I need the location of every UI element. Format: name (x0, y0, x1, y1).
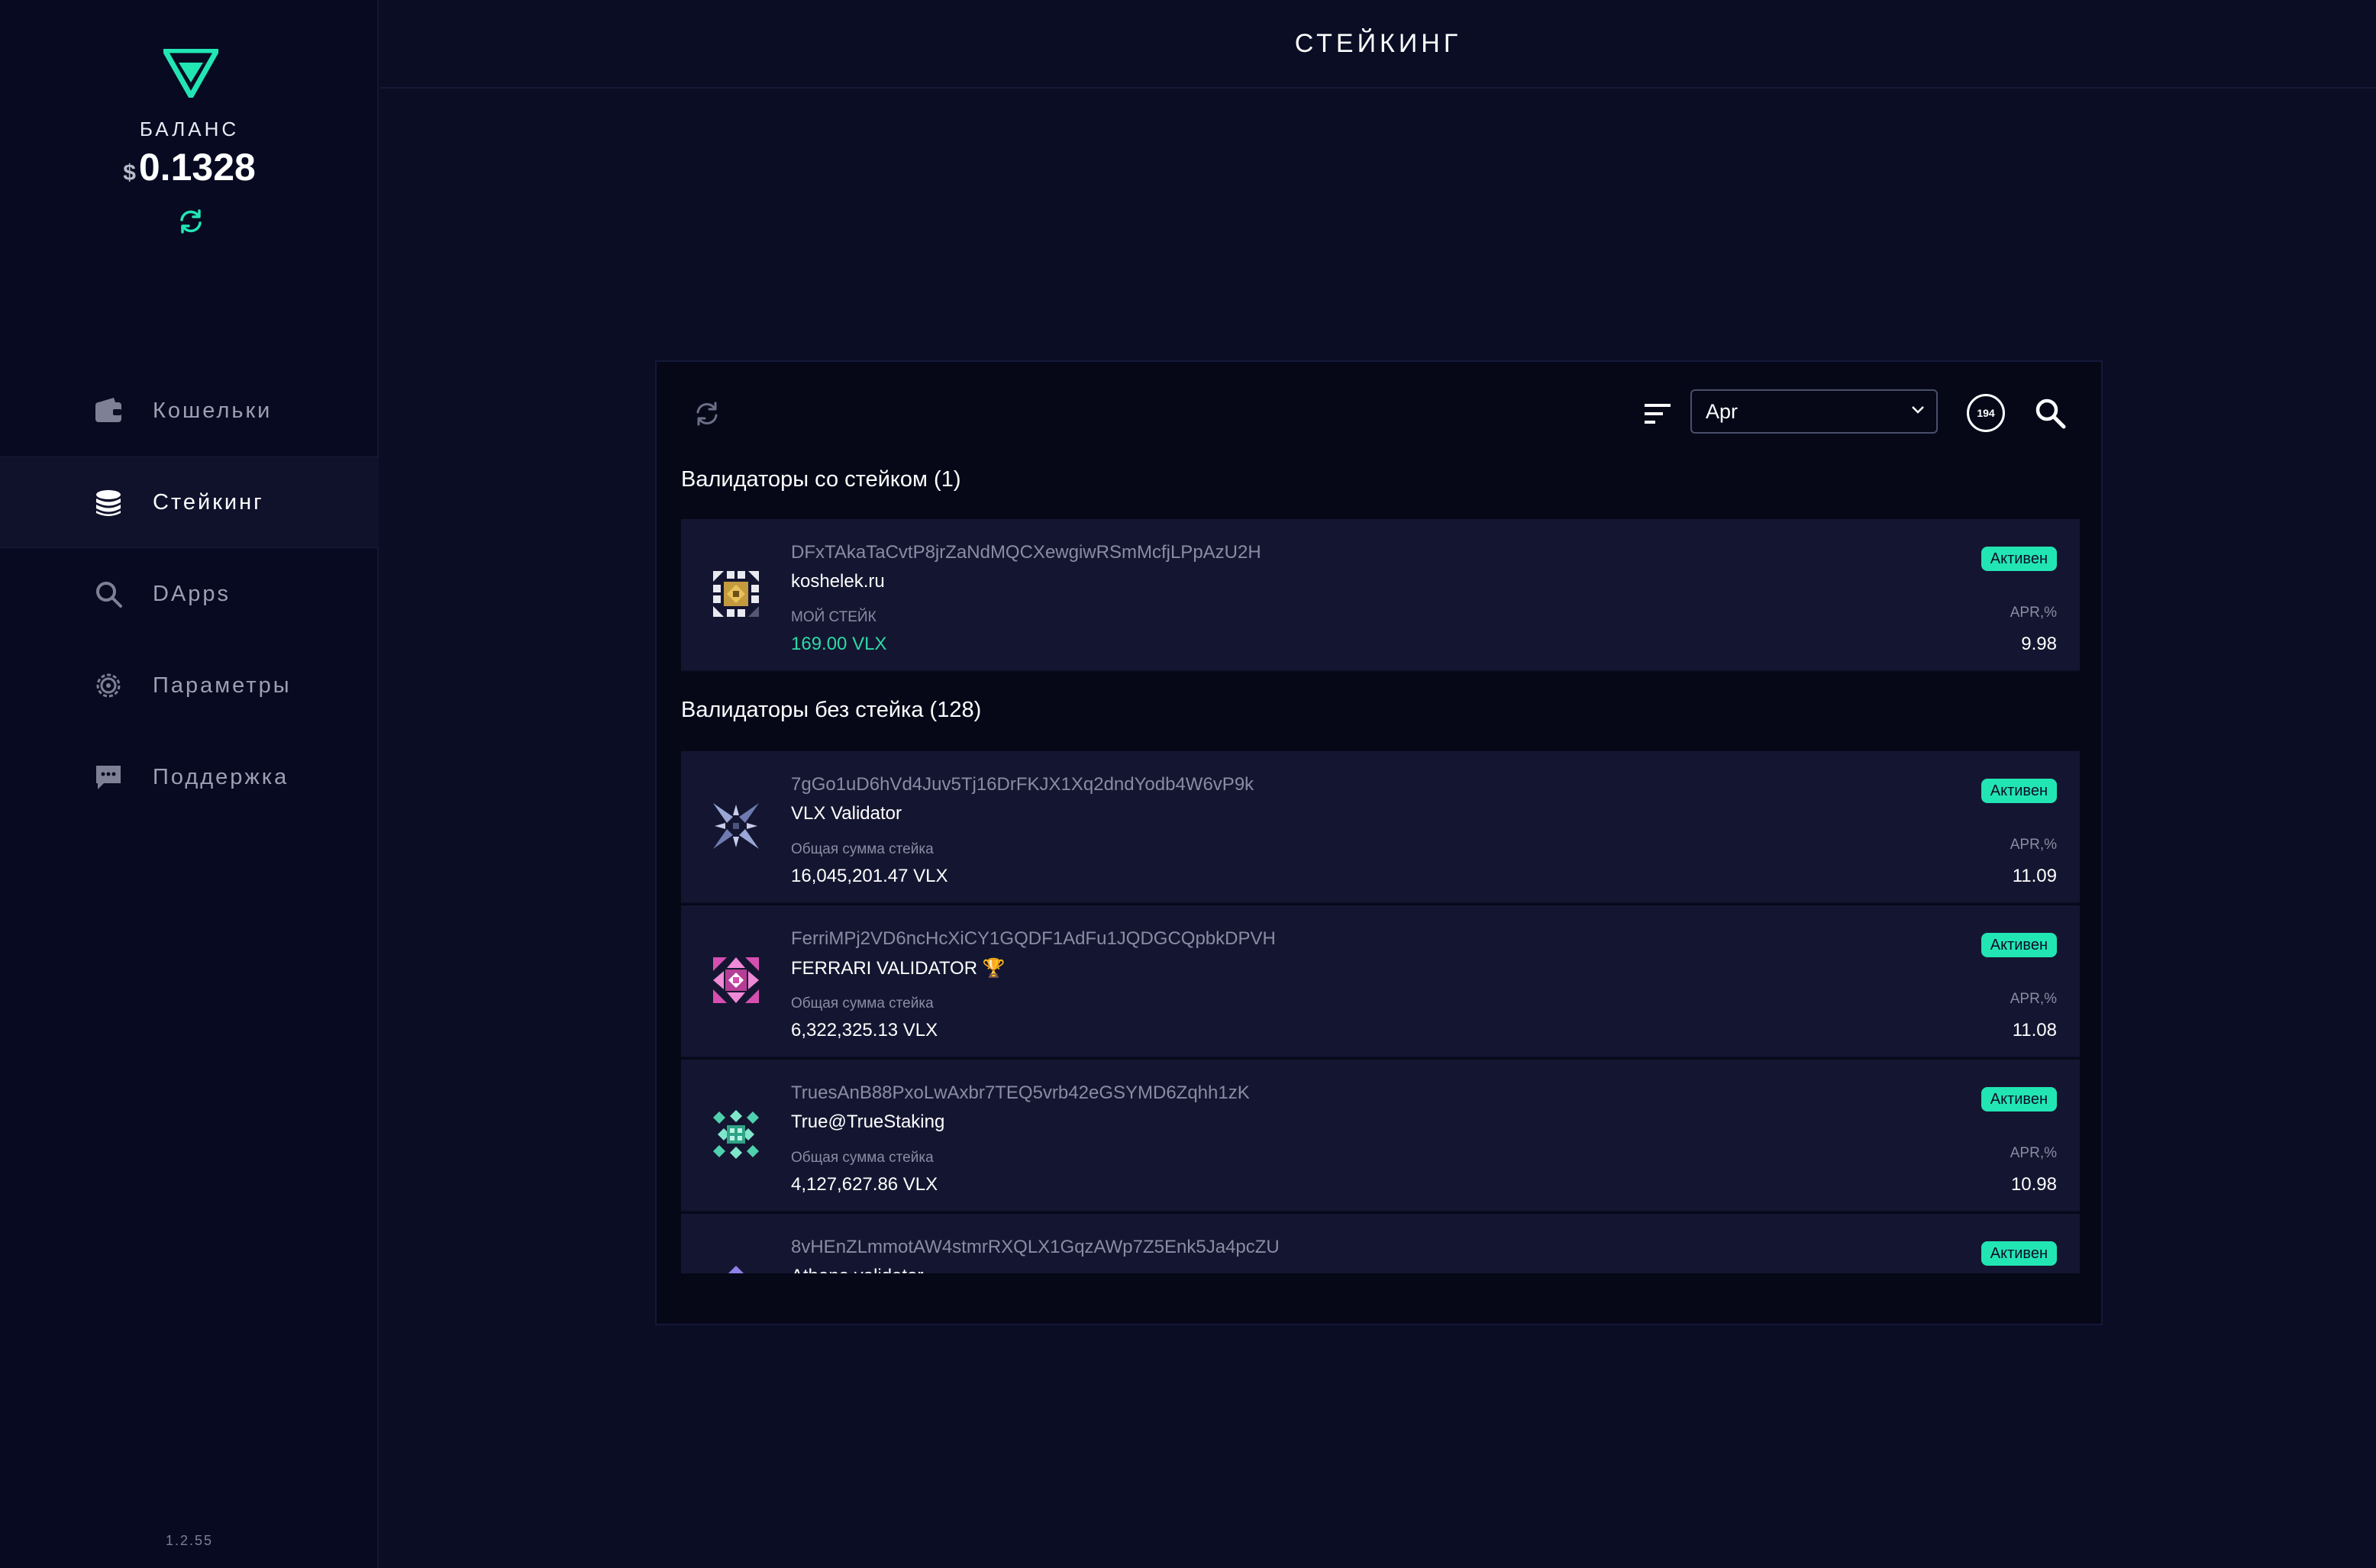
sidebar-nav: Кошельки Стейкинг DApps Параметры Поддер… (0, 365, 379, 823)
stake-value: 4,127,627.86 VLX (791, 1174, 938, 1195)
validator-avatar-icon (728, 1266, 744, 1273)
validator-card[interactable]: 8vHEnZLmmotAW4stmrRXQLX1GqzAWp7Z5Enk5Ja4… (681, 1214, 2080, 1273)
stake-value: 6,322,325.13 VLX (791, 1020, 938, 1040)
validator-avatar-icon (713, 803, 759, 849)
sidebar-item-label: Кошельки (153, 398, 273, 423)
stake-value: 16,045,201.47 VLX (791, 866, 948, 886)
validator-avatar-icon (713, 1110, 759, 1159)
balance-currency: $ (123, 160, 136, 186)
validator-card[interactable]: FerriMPj2VD6ncHcXiCY1GQDF1AdFu1JQDGCQpbk… (681, 905, 2080, 1058)
status-badge: Активен (1981, 1241, 2057, 1266)
validator-address: 8vHEnZLmmotAW4stmrRXQLX1GqzAWp7Z5Enk5Ja4… (791, 1237, 1280, 1257)
apr-label: APR,% (2010, 991, 2057, 1007)
epoch-count-badge[interactable]: 194 (1967, 394, 2005, 432)
sidebar: БАЛАНС $0.1328 Кошельки Стейкинг DApps П… (0, 0, 379, 1568)
app-version: 1.2.55 (165, 1533, 214, 1548)
sidebar-item-wallets[interactable]: Кошельки (0, 365, 379, 457)
stake-label: Общая сумма стейка (791, 995, 934, 1011)
apr-value: 10.98 (2010, 1174, 2057, 1195)
staking-panel: Apr 194 Валидаторы со стейком (1) DFxTAk… (655, 360, 2103, 1325)
sort-icon[interactable] (1643, 402, 1672, 426)
balance-value: $0.1328 (0, 145, 379, 189)
sidebar-item-label: DApps (153, 581, 231, 606)
validator-name: VLX Validator (791, 803, 902, 824)
unstaked-validators-title: Валидаторы без стейка (128) (681, 698, 982, 722)
stake-label: Общая сумма стейка (791, 1150, 934, 1166)
apr-value: 11.09 (2012, 866, 2057, 886)
staked-validators-title: Валидаторы со стейком (1) (681, 467, 961, 492)
balance-amount: 0.1328 (138, 146, 256, 189)
chat-icon (96, 766, 121, 789)
apr-label: APR,% (2010, 1145, 2057, 1161)
validator-avatar-icon (710, 568, 762, 620)
apr-label: APR,% (2010, 605, 2057, 621)
sort-select-value: Apr (1706, 400, 1738, 423)
coins-stack-icon (96, 490, 121, 516)
stake-label: Общая сумма стейка (791, 841, 934, 857)
sidebar-item-label: Параметры (153, 673, 292, 698)
sidebar-item-label: Стейкинг (153, 489, 264, 515)
stake-value: 169.00 VLX (791, 634, 887, 654)
sidebar-item-dapps[interactable]: DApps (0, 548, 379, 640)
validator-name: True@TrueStaking (791, 1111, 945, 1132)
validator-card[interactable]: DFxTAkaTaCvtP8jrZaNdMQCXewgiwRSmMcfjLPpA… (681, 519, 2080, 672)
velas-logo-icon (163, 49, 218, 98)
apr-label: APR,% (2010, 837, 2057, 853)
stake-label: МОЙ СТЕЙК (791, 609, 876, 625)
sort-select[interactable]: Apr (1690, 389, 1938, 434)
status-badge: Активен (1981, 779, 2057, 803)
gear-icon (96, 673, 121, 698)
validators-toolbar: Apr 194 (657, 362, 2101, 453)
search-icon[interactable] (2034, 397, 2066, 429)
apr-value: 11.08 (2012, 1020, 2057, 1040)
balance-label: БАЛАНС (139, 118, 240, 140)
sidebar-item-settings[interactable]: Параметры (0, 640, 379, 731)
status-badge: Активен (1981, 933, 2057, 957)
validator-name: koshelek.ru (791, 571, 885, 592)
app-window: БАЛАНС $0.1328 Кошельки Стейкинг DApps П… (0, 0, 2376, 1568)
sidebar-item-label: Поддержка (153, 764, 289, 789)
status-badge: Активен (1981, 1087, 2057, 1111)
validator-card[interactable]: 7gGo1uD6hVd4Juv5Tj16DrFKJX1Xq2dndYodb4W6… (681, 751, 2080, 904)
sidebar-item-staking[interactable]: Стейкинг (0, 457, 379, 548)
validator-name: Athena validator (791, 1266, 923, 1273)
validator-name: FERRARI VALIDATOR 🏆 (791, 958, 1006, 979)
validator-avatar-icon (713, 957, 759, 1003)
validator-address: FerriMPj2VD6ncHcXiCY1GQDF1AdFu1JQDGCQpbk… (791, 928, 1276, 949)
chevron-down-icon (1912, 406, 1924, 414)
balance-refresh-icon[interactable] (177, 208, 205, 235)
search-icon (96, 582, 122, 608)
wallet-icon (95, 398, 121, 422)
validator-card[interactable]: TruesAnB88PxoLwAxbr7TEQ5vrb42eGSYMD6Zqhh… (681, 1060, 2080, 1212)
page-header: СТЕЙКИНГ (380, 0, 2376, 89)
refresh-icon[interactable] (693, 400, 721, 427)
validator-address: 7gGo1uD6hVd4Juv5Tj16DrFKJX1Xq2dndYodb4W6… (791, 774, 1254, 795)
sidebar-item-support[interactable]: Поддержка (0, 731, 379, 823)
status-badge: Активен (1981, 547, 2057, 571)
validators-list[interactable]: 7gGo1uD6hVd4Juv5Tj16DrFKJX1Xq2dndYodb4W6… (657, 751, 2101, 1273)
validator-address: TruesAnB88PxoLwAxbr7TEQ5vrb42eGSYMD6Zqhh… (791, 1082, 1250, 1103)
apr-value: 9.98 (2021, 634, 2057, 654)
validator-address: DFxTAkaTaCvtP8jrZaNdMQCXewgiwRSmMcfjLPpA… (791, 542, 1261, 563)
page-title: СТЕЙКИНГ (1294, 28, 1462, 58)
